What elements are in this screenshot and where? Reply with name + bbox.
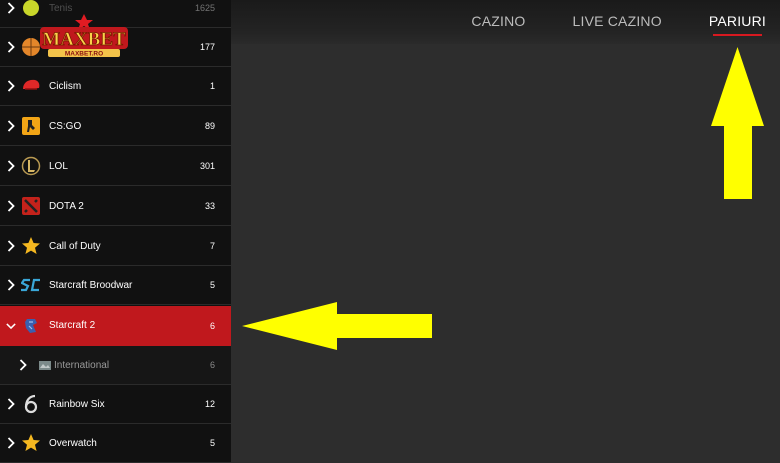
league-of-legends-icon	[20, 155, 42, 177]
sidebar-subitem-international[interactable]: International 6	[0, 346, 231, 385]
sidebar-item-count: 7	[209, 241, 215, 251]
csgo-icon	[20, 115, 42, 137]
sidebar-item-label: Starcraft 2	[49, 320, 96, 331]
sidebar-item-label: DOTA 2	[49, 200, 84, 212]
chevron-right-icon	[6, 78, 16, 94]
chevron-right-icon	[6, 118, 16, 134]
sidebar-item-starcraft-broodwar[interactable]: Starcraft Broodwar 5	[0, 266, 231, 305]
nav-live-cazino[interactable]: LIVE CAZINO	[573, 0, 662, 44]
chevron-right-icon	[6, 0, 16, 16]
sidebar-item-label: Rainbow Six	[49, 398, 105, 410]
sidebar-item-dota2[interactable]: DOTA 2 33	[0, 187, 231, 226]
top-navigation-bar: CAZINO LIVE CAZINO PARIURI	[231, 0, 780, 44]
sidebar-item-count: 5	[209, 280, 215, 290]
chevron-right-icon	[6, 198, 16, 214]
nav-pariuri[interactable]: PARIURI	[709, 0, 766, 44]
sidebar-item-label: Call of Duty	[49, 240, 101, 252]
sidebar-item-csgo[interactable]: CS:GO 89	[0, 107, 231, 146]
sidebar-item-label: LOL	[49, 160, 68, 172]
sidebar-item-label: Tenis	[49, 2, 73, 14]
star-icon	[20, 432, 42, 454]
sidebar-item-count: 89	[204, 121, 215, 131]
sidebar-item-ciclism[interactable]: Ciclism 1	[0, 67, 231, 106]
sidebar-item-count: 12	[204, 399, 215, 409]
chevron-right-icon	[18, 357, 28, 373]
sidebar-item-count: 1625	[194, 3, 215, 13]
chevron-right-icon	[6, 158, 16, 174]
sidebar-item-label: Starcraft Broodwar	[49, 279, 133, 291]
chevron-right-icon	[6, 435, 16, 451]
sidebar-item-lol[interactable]: LOL 301	[0, 147, 231, 186]
sidebar-item-overwatch[interactable]: Overwatch 5	[0, 424, 231, 463]
starcraft2-icon	[20, 315, 42, 337]
chevron-right-icon	[6, 238, 16, 254]
starcraft-icon	[20, 274, 42, 296]
sidebar-item-count: 301	[199, 161, 215, 171]
chevron-right-icon	[6, 277, 16, 293]
sidebar-item-count: 6	[209, 360, 215, 370]
sidebar-item-call-of-duty[interactable]: Call of Duty 7	[0, 227, 231, 266]
up-arrow-annotation	[711, 47, 764, 205]
flag-icon	[38, 354, 52, 376]
sidebar-item-rainbow-six[interactable]: Rainbow Six 12	[0, 385, 231, 424]
logo-subtext: MAXBET.RO	[65, 51, 103, 58]
sports-sidebar: Tenis 1625 177 Ciclism 1 CS:GO 89 LOL 30…	[0, 0, 231, 463]
rainbow-six-icon	[20, 393, 42, 415]
nav-cazino[interactable]: CAZINO	[471, 0, 525, 44]
cycling-helmet-icon	[20, 75, 42, 97]
sidebar-item-label: CS:GO	[49, 120, 82, 132]
logo-text: MAXBET	[42, 29, 126, 50]
dota2-icon	[20, 195, 42, 217]
chevron-right-icon	[6, 396, 16, 412]
chevron-down-icon	[6, 318, 16, 334]
maxbet-logo[interactable]: MAXBET MAXBET.RO	[36, 14, 132, 58]
top-nav: CAZINO LIVE CAZINO PARIURI	[424, 0, 766, 44]
sidebar-item-count: 5	[209, 438, 215, 448]
sidebar-item-label: Overwatch	[49, 437, 97, 449]
main-content-area	[231, 0, 780, 463]
sidebar-item-count: 177	[199, 42, 215, 52]
sidebar-item-count: 6	[209, 320, 215, 331]
sidebar-item-label: International	[54, 359, 110, 371]
sidebar-item-count: 1	[209, 81, 215, 91]
left-arrow-annotation	[242, 302, 433, 355]
sidebar-item-starcraft-2[interactable]: Starcraft 2 6	[0, 306, 231, 346]
chevron-right-icon	[6, 39, 16, 55]
sidebar-item-label: Ciclism	[49, 80, 82, 92]
sidebar-item-count: 33	[204, 201, 215, 211]
star-icon	[20, 235, 42, 257]
